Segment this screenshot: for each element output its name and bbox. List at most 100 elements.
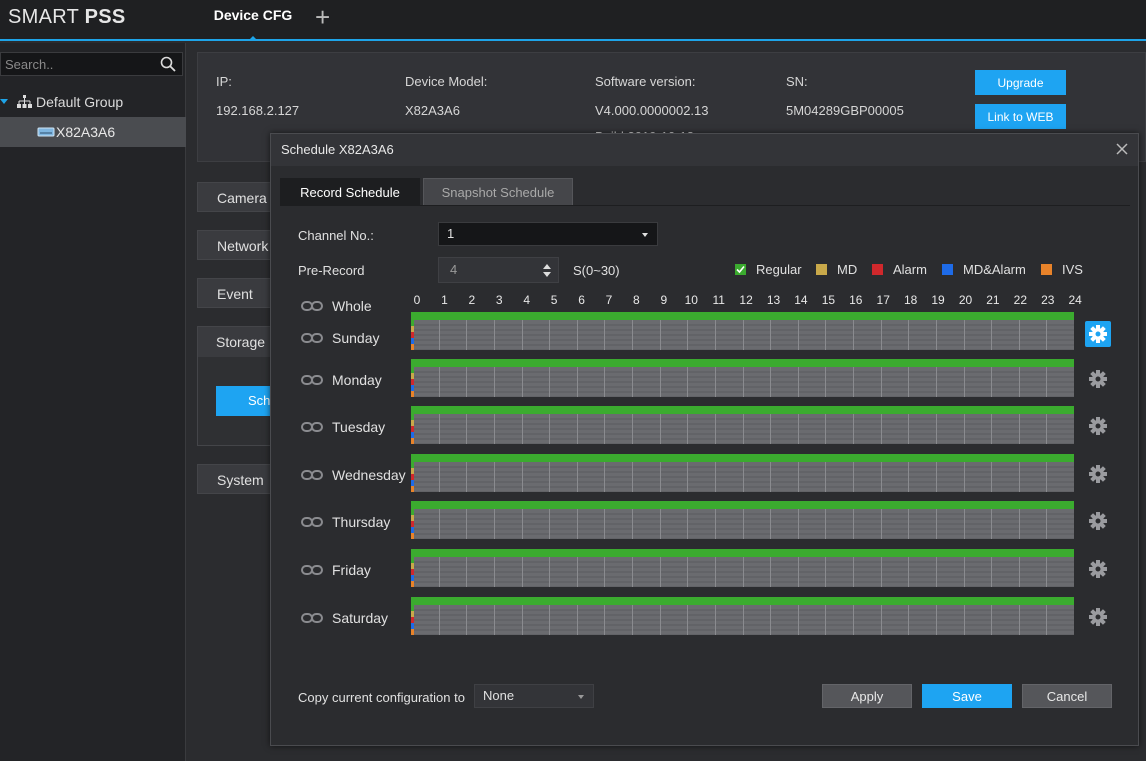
legend-regular[interactable]: Regular: [735, 263, 805, 277]
link-icon[interactable]: [301, 469, 323, 481]
gear-icon[interactable]: [1085, 556, 1111, 582]
expand-caret-icon[interactable]: [0, 99, 8, 104]
hour-tick-label: 21: [986, 293, 1000, 307]
prerecord-spinner[interactable]: 4: [438, 257, 559, 283]
gear-icon[interactable]: [1085, 413, 1111, 439]
tab-record-schedule[interactable]: Record Schedule: [280, 178, 420, 206]
dialog-title-bar: Schedule X82A3A6: [271, 134, 1138, 166]
regular-record-bar[interactable]: [411, 312, 1074, 320]
gear-icon[interactable]: [1085, 604, 1111, 630]
hour-tick-label: 14: [794, 293, 808, 307]
chevron-down-icon: [642, 233, 648, 237]
upgrade-button[interactable]: Upgrade: [975, 70, 1066, 95]
checkbox-checked-icon[interactable]: [735, 264, 746, 275]
schedule-grid-saturday[interactable]: [411, 597, 1074, 635]
copy-config-value: None: [483, 688, 515, 703]
regular-record-bar[interactable]: [411, 597, 1074, 605]
app-logo: SMART PSS: [8, 6, 126, 28]
link-icon[interactable]: [301, 516, 323, 528]
regular-record-bar[interactable]: [411, 359, 1074, 367]
gear-icon[interactable]: [1085, 508, 1111, 534]
schedule-button[interactable]: Schedule: [216, 386, 278, 416]
search-icon[interactable]: [160, 56, 176, 72]
record-type-strip: [411, 414, 414, 444]
schedule-grid-monday[interactable]: [411, 359, 1074, 397]
regular-record-bar[interactable]: [411, 406, 1074, 414]
schedule-grid-thursday[interactable]: [411, 501, 1074, 539]
menu-storage[interactable]: Storage: [198, 327, 276, 357]
prerecord-unit: S(0~30): [573, 263, 620, 278]
apply-button[interactable]: Apply: [822, 684, 912, 708]
channel-label: Channel No.:: [298, 228, 374, 243]
device-tree-sidebar: Default Group X82A3A6: [0, 43, 186, 761]
schedule-grid-tuesday[interactable]: [411, 406, 1074, 444]
day-label: Monday: [332, 372, 382, 388]
hour-tick-label: 2: [468, 293, 476, 307]
spin-up-icon[interactable]: [543, 264, 551, 269]
spin-down-icon[interactable]: [543, 272, 551, 277]
menu-storage-group: Storage Schedule: [197, 326, 278, 446]
cancel-button[interactable]: Cancel: [1022, 684, 1112, 708]
search-input[interactable]: [1, 53, 151, 75]
schedule-grid-sunday[interactable]: [411, 312, 1074, 350]
link-icon[interactable]: [301, 612, 323, 624]
hour-tick-label: 6: [578, 293, 585, 307]
menu-system[interactable]: System: [197, 464, 277, 494]
top-bar: SMART PSS Device CFG +: [0, 0, 1146, 41]
schedule-grid-friday[interactable]: [411, 549, 1074, 587]
legend-swatch-alarm: [872, 264, 883, 275]
link-icon[interactable]: [301, 421, 323, 433]
close-icon[interactable]: [1115, 142, 1129, 156]
record-type-strip: [411, 509, 414, 539]
hour-tick-label: 0: [413, 293, 421, 307]
tree-device-label: X82A3A6: [56, 124, 116, 140]
link-icon[interactable]: [301, 300, 323, 312]
sn-value: 5M04289GBP00005: [786, 103, 904, 118]
schedule-dialog: Schedule X82A3A6 Record Schedule Snapsho…: [270, 133, 1139, 746]
menu-camera[interactable]: Camera: [197, 182, 277, 212]
tab-device-cfg[interactable]: Device CFG: [197, 0, 309, 41]
record-type-strip: [411, 367, 414, 397]
channel-select[interactable]: 1: [438, 222, 658, 246]
legend-label: Alarm: [893, 262, 927, 277]
hour-tick-label: 23: [1041, 293, 1055, 307]
regular-record-bar[interactable]: [411, 454, 1074, 462]
menu-network[interactable]: Network: [197, 230, 277, 260]
tree-group-default[interactable]: Default Group: [0, 91, 186, 113]
link-icon[interactable]: [301, 564, 323, 576]
model-label: Device Model:: [405, 74, 488, 89]
hour-tick-label: 24: [1068, 293, 1082, 307]
regular-record-bar[interactable]: [411, 501, 1074, 509]
hour-tick-label: 4: [523, 293, 531, 307]
legend-md: MD: [816, 263, 861, 277]
legend-swatch-md: [816, 264, 827, 275]
legend-alarm: Alarm: [872, 263, 932, 277]
hour-tick-label: 19: [931, 293, 945, 307]
hour-tick-label: 11: [712, 293, 725, 307]
save-button[interactable]: Save: [922, 684, 1012, 708]
legend-md-alarm: MD&Alarm: [942, 263, 1032, 277]
tab-snapshot-schedule[interactable]: Snapshot Schedule: [423, 178, 573, 206]
software-version-value: V4.000.0000002.13: [595, 103, 709, 118]
active-tab-indicator: [248, 36, 258, 41]
hour-tick-label: 9: [660, 293, 668, 307]
copy-config-select[interactable]: None: [474, 684, 594, 708]
chevron-down-icon: [578, 695, 584, 699]
schedule-grid-wednesday[interactable]: [411, 454, 1074, 492]
link-icon[interactable]: [301, 332, 323, 344]
gear-icon[interactable]: [1085, 321, 1111, 347]
legend-swatch-regular: [735, 264, 746, 275]
menu-event[interactable]: Event: [197, 278, 277, 308]
hour-tick-label: 20: [958, 293, 973, 307]
link-to-web-button[interactable]: Link to WEB: [975, 104, 1066, 129]
add-tab-button[interactable]: +: [315, 2, 330, 32]
gear-icon[interactable]: [1085, 461, 1111, 487]
legend-label: MD: [837, 262, 858, 277]
regular-record-bar[interactable]: [411, 549, 1074, 557]
link-icon[interactable]: [301, 374, 323, 386]
tree-device-item[interactable]: X82A3A6: [0, 117, 186, 147]
hour-tick-label: 12: [739, 293, 753, 307]
prerecord-label: Pre-Record: [298, 263, 365, 278]
dialog-title: Schedule X82A3A6: [281, 142, 394, 157]
gear-icon[interactable]: [1085, 366, 1111, 392]
